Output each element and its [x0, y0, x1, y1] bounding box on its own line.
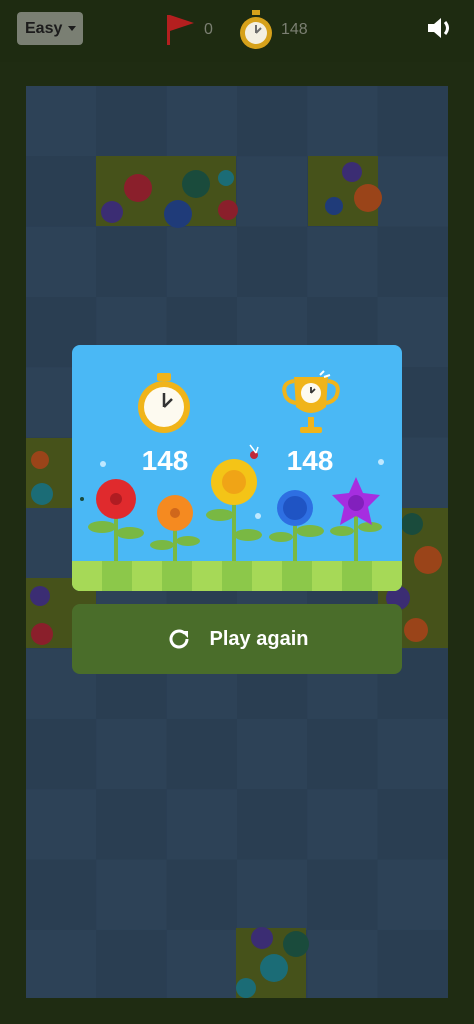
flower-icon	[401, 513, 423, 535]
play-again-button[interactable]: Play again	[72, 604, 402, 674]
grass-tile	[72, 561, 102, 591]
trophy-icon	[282, 370, 340, 433]
flower-icon	[31, 451, 49, 469]
board-tile[interactable]	[96, 930, 167, 998]
sparkle-icon	[100, 461, 106, 467]
top-bar: Easy 0 148	[0, 0, 474, 62]
board-tile[interactable]	[237, 226, 308, 297]
flower-icon	[342, 162, 362, 182]
red-flower-icon	[96, 479, 136, 519]
play-again-label: Play again	[209, 627, 309, 650]
board-tile[interactable]	[377, 930, 448, 998]
board-tile[interactable]	[96, 719, 167, 790]
board-tile[interactable]	[26, 930, 97, 998]
volume-icon[interactable]	[424, 12, 456, 44]
caret-down-icon	[68, 26, 77, 31]
board-tile[interactable]	[307, 789, 378, 860]
flower-icon	[283, 931, 309, 957]
board-tile[interactable]	[237, 719, 308, 790]
flag-icon	[167, 15, 194, 45]
board-tile[interactable]	[26, 226, 97, 297]
board-tile[interactable]	[166, 789, 237, 860]
best-score: 148	[286, 445, 334, 476]
grass-tile	[132, 561, 162, 591]
board-tile[interactable]	[377, 859, 448, 930]
board-tile[interactable]	[307, 930, 378, 998]
flower-icon	[404, 618, 428, 642]
board-tile[interactable]	[26, 156, 97, 227]
difficulty-label: Easy	[25, 19, 63, 37]
board-tile[interactable]	[377, 789, 448, 860]
butterfly-icon	[249, 444, 259, 459]
flower-icon	[260, 954, 288, 982]
grass-tile	[252, 561, 282, 591]
orange-flower-icon	[157, 495, 193, 531]
board-tile[interactable]	[307, 719, 378, 790]
timer-value: 148	[281, 21, 308, 38]
flower-icon	[30, 586, 50, 606]
refresh-icon	[169, 629, 189, 649]
flower-icon	[182, 170, 210, 198]
flower-icon	[354, 184, 382, 212]
board-tile[interactable]	[26, 86, 97, 157]
win-illustration	[72, 370, 402, 591]
board-tile[interactable]	[166, 859, 237, 930]
stopwatch-icon	[240, 10, 272, 49]
flower-icon	[101, 201, 123, 223]
time-score: 148	[141, 445, 189, 476]
grass-tile	[312, 561, 342, 591]
board-tile[interactable]	[166, 719, 237, 790]
flower-icon	[251, 927, 273, 949]
stopwatch-icon	[138, 373, 190, 433]
board-tile[interactable]	[26, 789, 97, 860]
blue-flower-icon	[277, 490, 313, 526]
board-tile[interactable]	[237, 789, 308, 860]
flower-icon	[164, 200, 192, 228]
flower-icon	[31, 483, 53, 505]
board-tile[interactable]	[307, 226, 378, 297]
board-tile[interactable]	[237, 156, 308, 227]
board-tile[interactable]	[377, 156, 448, 227]
flower-icon	[124, 174, 152, 202]
yellow-flower-icon	[211, 459, 257, 505]
sparkle-icon	[378, 459, 384, 465]
board-tile[interactable]	[96, 859, 167, 930]
board-tile[interactable]	[166, 86, 237, 157]
flags-count: 0	[204, 21, 213, 38]
win-dialog: 148 148	[72, 345, 402, 591]
flower-icon	[31, 623, 53, 645]
sparkle-icon	[80, 497, 84, 501]
flower-icon	[218, 200, 238, 220]
board-tile[interactable]	[166, 226, 237, 297]
grass-tile	[372, 561, 402, 591]
board-tile[interactable]	[96, 226, 167, 297]
difficulty-dropdown[interactable]: Easy	[17, 12, 83, 45]
flower-icon	[325, 197, 343, 215]
grass-tile	[192, 561, 222, 591]
flower-icon	[236, 978, 256, 998]
board-tile[interactable]	[237, 86, 308, 157]
flower-icon	[414, 546, 442, 574]
flags-counter: 0	[164, 10, 213, 50]
board-tile[interactable]	[307, 859, 378, 930]
board-tile[interactable]	[96, 86, 167, 157]
board-tile[interactable]	[377, 719, 448, 790]
timer: 148	[239, 10, 308, 50]
board-tile[interactable]	[377, 86, 448, 157]
board-tile[interactable]	[377, 226, 448, 297]
board-tile[interactable]	[96, 789, 167, 860]
board-tile[interactable]	[26, 859, 97, 930]
board-tile[interactable]	[26, 719, 97, 790]
grass-strip	[72, 561, 402, 591]
board-tile[interactable]	[166, 930, 237, 998]
flower-icon	[218, 170, 234, 186]
board-tile[interactable]	[307, 86, 378, 157]
board-tile[interactable]	[237, 859, 308, 930]
sparkle-icon	[255, 513, 261, 519]
